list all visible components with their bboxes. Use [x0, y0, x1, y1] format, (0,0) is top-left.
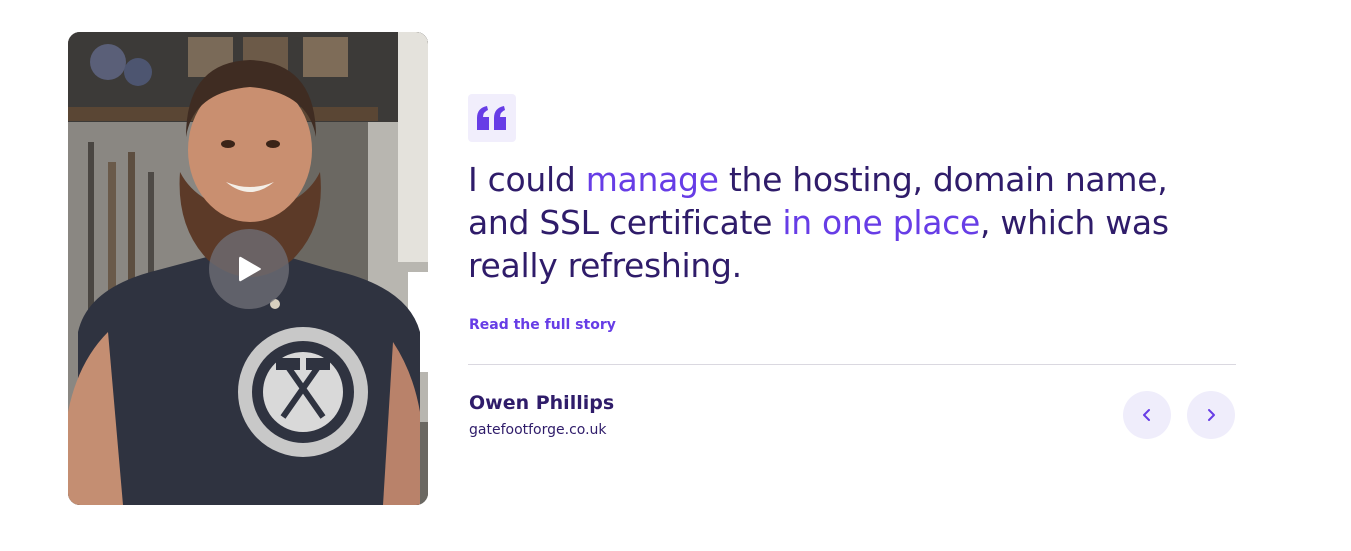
- play-icon: [239, 256, 261, 282]
- quote-highlight: manage: [585, 160, 719, 199]
- next-testimonial-button[interactable]: [1187, 391, 1235, 439]
- previous-testimonial-button[interactable]: [1123, 391, 1171, 439]
- divider: [468, 364, 1236, 365]
- testimonial-quote: I could manage the hosting, domain name,…: [468, 158, 1208, 287]
- chevron-left-icon: [1143, 409, 1150, 421]
- quote-highlight: in one place: [782, 203, 981, 242]
- testimonial-photo: [68, 32, 428, 505]
- author-website: gatefootforge.co.uk: [469, 422, 607, 438]
- play-video-button[interactable]: [209, 229, 289, 309]
- read-full-story-link[interactable]: Read the full story: [469, 317, 616, 333]
- chevron-right-icon: [1208, 409, 1215, 421]
- quote-text-part: I could: [468, 160, 586, 199]
- author-name: Owen Phillips: [469, 392, 615, 414]
- quote-mark-icon: [468, 94, 516, 142]
